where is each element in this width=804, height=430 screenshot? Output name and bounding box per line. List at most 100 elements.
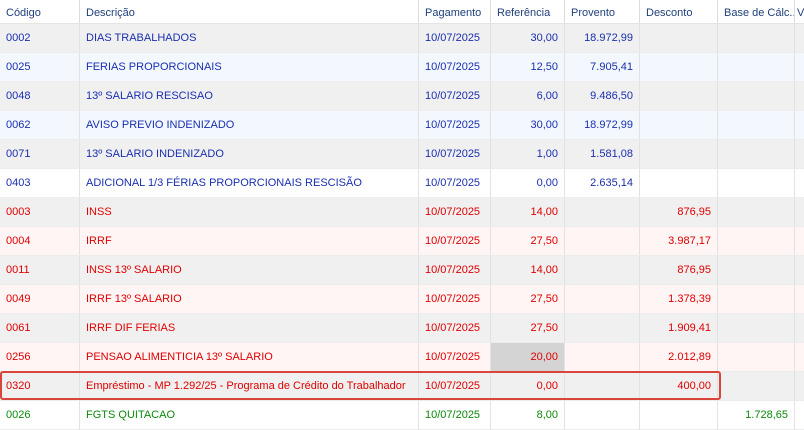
cell-codigo[interactable]: 0048 — [0, 82, 80, 110]
cell-extra[interactable] — [795, 372, 804, 400]
cell-base[interactable] — [718, 285, 795, 313]
table-row[interactable]: 0026 FGTS QUITACAO 10/07/2025 8,00 1.728,65 — [0, 401, 804, 430]
cell-descricao[interactable]: PENSAO ALIMENTICIA 13º SALARIO — [80, 343, 419, 371]
cell-base[interactable] — [718, 314, 795, 342]
column-header-provento[interactable]: Provento — [565, 0, 640, 23]
column-header-referencia[interactable]: Referência — [491, 0, 565, 23]
cell-extra[interactable] — [795, 401, 804, 429]
cell-pagamento[interactable]: 10/07/2025 — [419, 24, 491, 52]
cell-pagamento[interactable]: 10/07/2025 — [419, 198, 491, 226]
cell-referencia[interactable]: 27,50 — [491, 285, 565, 313]
cell-referencia[interactable]: 12,50 — [491, 53, 565, 81]
cell-base[interactable] — [718, 343, 795, 371]
cell-pagamento[interactable]: 10/07/2025 — [419, 169, 491, 197]
column-header-codigo[interactable]: Código — [0, 0, 80, 23]
table-row[interactable]: 0004 IRRF 10/07/2025 27,50 3.987,17 — [0, 227, 804, 256]
cell-desconto[interactable] — [640, 24, 718, 52]
cell-extra[interactable] — [795, 285, 804, 313]
table-row[interactable]: 0048 13º SALARIO RESCISAO 10/07/2025 6,00 9.… — [0, 82, 804, 111]
cell-base[interactable] — [718, 372, 795, 400]
cell-codigo[interactable]: 0004 — [0, 227, 80, 255]
table-row[interactable]: 0002 DIAS TRABALHADOS 10/07/2025 30,00 18.97… — [0, 24, 804, 53]
cell-base[interactable] — [718, 198, 795, 226]
cell-provento[interactable] — [565, 285, 640, 313]
cell-desconto[interactable] — [640, 82, 718, 110]
column-header-base-calculo[interactable]: Base de Cálc... — [718, 0, 795, 23]
cell-base[interactable] — [718, 227, 795, 255]
table-row[interactable]: 0403 ADICIONAL 1/3 FÉRIAS PROPORCIONAIS R… — [0, 169, 804, 198]
cell-provento[interactable]: 2.635,14 — [565, 169, 640, 197]
cell-pagamento[interactable]: 10/07/2025 — [419, 314, 491, 342]
cell-codigo[interactable]: 0026 — [0, 401, 80, 429]
cell-descricao[interactable]: ADICIONAL 1/3 FÉRIAS PROPORCIONAIS RESCI… — [80, 169, 419, 197]
cell-desconto[interactable]: 876,95 — [640, 256, 718, 284]
column-header-desconto[interactable]: Desconto — [640, 0, 718, 23]
cell-provento[interactable]: 7.905,41 — [565, 53, 640, 81]
cell-referencia[interactable]: 20,00 — [491, 343, 565, 371]
column-header-extra[interactable]: Va — [795, 0, 804, 23]
cell-desconto[interactable] — [640, 140, 718, 168]
cell-extra[interactable] — [795, 82, 804, 110]
cell-base[interactable] — [718, 82, 795, 110]
cell-extra[interactable] — [795, 227, 804, 255]
cell-provento[interactable]: 18.972,99 — [565, 24, 640, 52]
cell-desconto[interactable]: 1.909,41 — [640, 314, 718, 342]
cell-codigo[interactable]: 0061 — [0, 314, 80, 342]
table-row[interactable]: 0003 INSS 10/07/2025 14,00 876,95 — [0, 198, 804, 227]
table-row[interactable]: 0256 PENSAO ALIMENTICIA 13º SALARIO 10/07/… — [0, 343, 804, 372]
cell-provento[interactable] — [565, 314, 640, 342]
cell-referencia[interactable]: 0,00 — [491, 169, 565, 197]
cell-extra[interactable] — [795, 314, 804, 342]
cell-codigo[interactable]: 0003 — [0, 198, 80, 226]
cell-descricao[interactable]: Empréstimo - MP 1.292/25 - Programa de C… — [80, 372, 419, 400]
cell-desconto[interactable]: 3.987,17 — [640, 227, 718, 255]
cell-provento[interactable] — [565, 343, 640, 371]
cell-provento[interactable] — [565, 401, 640, 429]
cell-desconto[interactable]: 400,00 — [640, 372, 718, 400]
cell-descricao[interactable]: IRRF — [80, 227, 419, 255]
cell-provento[interactable]: 1.581,08 — [565, 140, 640, 168]
cell-extra[interactable] — [795, 53, 804, 81]
cell-codigo[interactable]: 0320 — [0, 372, 80, 400]
cell-desconto[interactable]: 2.012,89 — [640, 343, 718, 371]
column-header-descricao[interactable]: Descrição — [80, 0, 419, 23]
cell-extra[interactable] — [795, 140, 804, 168]
cell-desconto[interactable]: 876,95 — [640, 198, 718, 226]
cell-base[interactable] — [718, 169, 795, 197]
cell-descricao[interactable]: DIAS TRABALHADOS — [80, 24, 419, 52]
cell-extra[interactable] — [795, 24, 804, 52]
cell-descricao[interactable]: AVISO PREVIO INDENIZADO — [80, 111, 419, 139]
cell-pagamento[interactable]: 10/07/2025 — [419, 343, 491, 371]
cell-codigo[interactable]: 0071 — [0, 140, 80, 168]
cell-referencia[interactable]: 8,00 — [491, 401, 565, 429]
cell-codigo[interactable]: 0011 — [0, 256, 80, 284]
cell-pagamento[interactable]: 10/07/2025 — [419, 82, 491, 110]
cell-base[interactable] — [718, 256, 795, 284]
cell-referencia[interactable]: 6,00 — [491, 82, 565, 110]
cell-codigo[interactable]: 0002 — [0, 24, 80, 52]
cell-codigo[interactable]: 0403 — [0, 169, 80, 197]
cell-desconto[interactable] — [640, 111, 718, 139]
cell-referencia[interactable]: 27,50 — [491, 227, 565, 255]
cell-provento[interactable] — [565, 227, 640, 255]
table-row[interactable]: 0025 FERIAS PROPORCIONAIS 10/07/2025 12,50 7… — [0, 53, 804, 82]
cell-desconto[interactable] — [640, 401, 718, 429]
cell-pagamento[interactable]: 10/07/2025 — [419, 401, 491, 429]
cell-codigo[interactable]: 0256 — [0, 343, 80, 371]
cell-codigo[interactable]: 0062 — [0, 111, 80, 139]
cell-base[interactable]: 1.728,65 — [718, 401, 795, 429]
cell-desconto[interactable] — [640, 53, 718, 81]
cell-pagamento[interactable]: 10/07/2025 — [419, 140, 491, 168]
cell-referencia[interactable]: 1,00 — [491, 140, 565, 168]
table-row[interactable]: 0061 IRRF DIF FERIAS 10/07/2025 27,50 1.909,… — [0, 314, 804, 343]
cell-descricao[interactable]: FGTS QUITACAO — [80, 401, 419, 429]
cell-referencia[interactable]: 0,00 — [491, 372, 565, 400]
cell-extra[interactable] — [795, 169, 804, 197]
cell-pagamento[interactable]: 10/07/2025 — [419, 285, 491, 313]
cell-referencia[interactable]: 27,50 — [491, 314, 565, 342]
cell-provento[interactable]: 18.972,99 — [565, 111, 640, 139]
cell-base[interactable] — [718, 53, 795, 81]
cell-pagamento[interactable]: 10/07/2025 — [419, 256, 491, 284]
cell-extra[interactable] — [795, 343, 804, 371]
cell-descricao[interactable]: INSS — [80, 198, 419, 226]
